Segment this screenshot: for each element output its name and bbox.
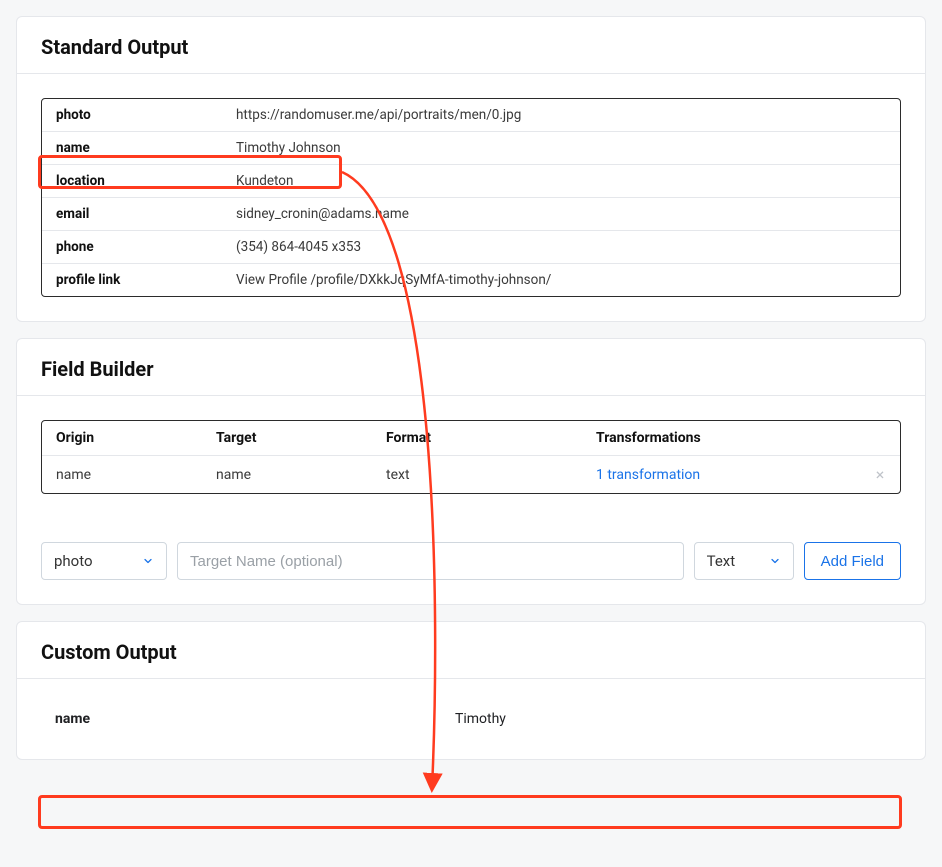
- custom-output-header: Custom Output: [17, 622, 925, 679]
- row-value: Timothy Johnson: [222, 132, 900, 164]
- target-name-input-wrapper: [177, 542, 684, 580]
- row-value: (354) 864-4045 x353: [222, 231, 900, 263]
- standard-output-header: Standard Output: [17, 17, 925, 74]
- target-name-input[interactable]: [190, 553, 671, 570]
- row-value: View Profile /profile/DXkkJqSyMfA-timoth…: [222, 264, 900, 296]
- field-builder-table: Origin Target Format Transformations nam…: [41, 420, 901, 494]
- row-value: Timothy: [441, 703, 901, 735]
- annotation-highlight-destination: [38, 795, 902, 829]
- remove-field-icon[interactable]: ×: [876, 465, 885, 484]
- row-value: https://randomuser.me/api/portraits/men/…: [222, 99, 900, 131]
- add-field-button[interactable]: Add Field: [804, 542, 901, 580]
- row-value: sidney_cronin@adams.name: [222, 198, 900, 230]
- transformations-link[interactable]: 1 transformation: [596, 467, 700, 483]
- field-builder-title: Field Builder: [41, 357, 901, 381]
- table-row: name Timothy Johnson: [42, 131, 900, 164]
- row-key: email: [42, 198, 222, 230]
- origin-select-value: photo: [54, 552, 93, 570]
- table-row: name Timothy: [41, 703, 901, 735]
- col-target: Target: [202, 421, 372, 455]
- format-select-value: Text: [707, 552, 736, 570]
- chevron-down-icon: [769, 555, 781, 567]
- col-origin: Origin: [42, 421, 202, 455]
- field-builder-panel: Field Builder Origin Target Format Trans…: [16, 338, 926, 605]
- custom-output-table: name Timothy: [41, 703, 901, 735]
- row-key: photo: [42, 99, 222, 131]
- origin-select[interactable]: photo: [41, 542, 167, 580]
- row-key: name: [42, 132, 222, 164]
- table-row: location Kundeton: [42, 164, 900, 197]
- custom-output-title: Custom Output: [41, 640, 901, 664]
- col-format: Format: [372, 421, 582, 455]
- format-select[interactable]: Text: [694, 542, 794, 580]
- standard-output-table: photo https://randomuser.me/api/portrait…: [41, 98, 901, 297]
- row-key: name: [41, 703, 441, 735]
- add-field-label: Add Field: [821, 553, 884, 570]
- row-key: profile link: [42, 264, 222, 296]
- field-builder-table-head: Origin Target Format Transformations: [42, 421, 900, 456]
- table-row: profile link View Profile /profile/DXkkJ…: [42, 263, 900, 296]
- field-builder-header: Field Builder: [17, 339, 925, 396]
- cell-target: name: [202, 458, 372, 492]
- standard-output-panel: Standard Output photo https://randomuser…: [16, 16, 926, 322]
- col-transformations: Transformations: [582, 421, 860, 455]
- row-key: location: [42, 165, 222, 197]
- row-key: phone: [42, 231, 222, 263]
- cell-format: text: [372, 458, 582, 492]
- field-builder-input-row: photo Text Add Field: [41, 542, 901, 580]
- cell-origin: name: [42, 458, 202, 492]
- table-row: email sidney_cronin@adams.name: [42, 197, 900, 230]
- row-value: Kundeton: [222, 165, 900, 197]
- table-row: phone (354) 864-4045 x353: [42, 230, 900, 263]
- chevron-down-icon: [142, 555, 154, 567]
- custom-output-panel: Custom Output name Timothy: [16, 621, 926, 760]
- standard-output-title: Standard Output: [41, 35, 901, 59]
- table-row: photo https://randomuser.me/api/portrait…: [42, 99, 900, 131]
- field-builder-table-row: name name text 1 transformation ×: [42, 456, 900, 493]
